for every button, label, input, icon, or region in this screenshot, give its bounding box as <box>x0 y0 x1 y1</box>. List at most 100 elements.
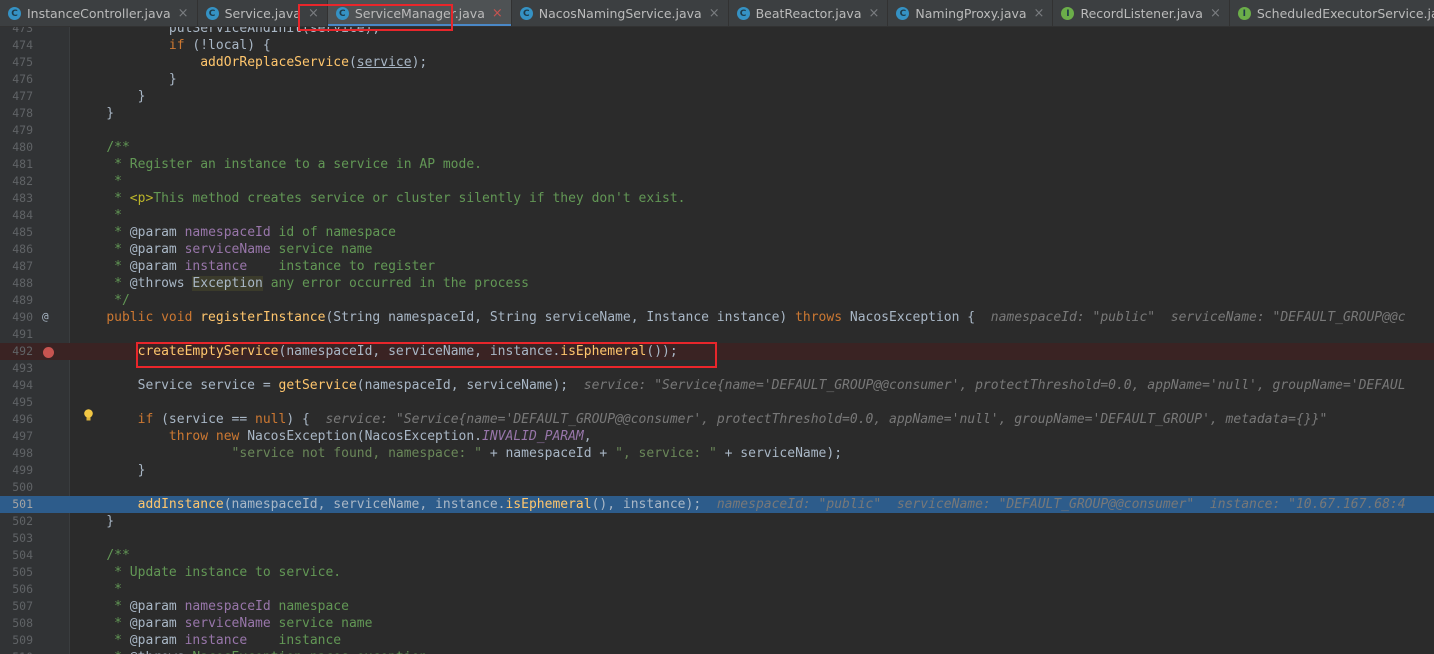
line-number: 491 <box>12 327 33 341</box>
code-line[interactable]: 494 Service service = getService(namespa… <box>0 377 1434 394</box>
line-number: 475 <box>12 55 33 69</box>
code-line[interactable]: 500 <box>0 479 1434 496</box>
editor-tab-bar: C InstanceController.java × C Service.java × C… <box>0 0 1434 27</box>
tab-label: Service.java <box>224 6 301 21</box>
code-text: * Register an instance to a service in A… <box>75 157 482 172</box>
code-text: } <box>75 72 177 87</box>
line-number: 494 <box>12 378 33 392</box>
code-text: */ <box>75 293 130 308</box>
code-text: * @param instance instance <box>75 633 342 648</box>
code-line[interactable]: 495 <box>0 394 1434 411</box>
code-text: Service service = getService(namespaceId… <box>75 378 1406 393</box>
code-line[interactable]: 503 <box>0 530 1434 547</box>
code-line[interactable]: 502 } <box>0 513 1434 530</box>
line-number: 495 <box>12 395 33 409</box>
line-number: 476 <box>12 72 33 86</box>
line-number: 477 <box>12 89 33 103</box>
close-tab-icon[interactable]: × <box>869 6 880 21</box>
tab-label: NacosNamingService.java <box>538 6 702 21</box>
code-line[interactable]: 481 * Register an instance to a service … <box>0 156 1434 173</box>
close-tab-icon[interactable]: × <box>178 6 189 21</box>
code-line[interactable]: 489 */ <box>0 292 1434 309</box>
line-number: 480 <box>12 140 33 154</box>
code-line[interactable]: 497 throw new NacosException(NacosExcept… <box>0 428 1434 445</box>
tab-label: ScheduledExecutorService.java <box>1256 6 1434 21</box>
code-line[interactable]: 507 * @param namespaceId namespace <box>0 598 1434 615</box>
line-number: 485 <box>12 225 33 239</box>
line-number: 503 <box>12 531 33 545</box>
line-number: 496 <box>12 412 33 426</box>
tab-recordlistener[interactable]: I RecordListener.java × <box>1053 0 1230 26</box>
override-at-icon[interactable]: @ <box>42 310 49 323</box>
code-line[interactable]: 486 * @param serviceName service name <box>0 241 1434 258</box>
line-number: 474 <box>12 38 33 52</box>
code-line[interactable]: 482 * <box>0 173 1434 190</box>
tab-label: RecordListener.java <box>1080 6 1203 21</box>
close-tab-icon[interactable]: × <box>1034 6 1045 21</box>
code-text: public void registerInstance(String name… <box>106 310 1406 325</box>
tab-beatreactor[interactable]: C BeatReactor.java × <box>729 0 889 26</box>
tab-label: InstanceController.java <box>27 6 171 21</box>
code-line[interactable]: 484 * <box>0 207 1434 224</box>
code-line[interactable]: 480 /** <box>0 139 1434 156</box>
code-line[interactable]: 474 if (!local) { <box>0 37 1434 54</box>
line-number: 497 <box>12 429 33 443</box>
code-line[interactable]: 491 <box>0 326 1434 343</box>
code-line[interactable]: 479 <box>0 122 1434 139</box>
class-file-icon: C <box>519 7 533 20</box>
line-number: 492 <box>12 344 33 358</box>
class-file-icon: C <box>896 7 910 20</box>
lightbulb-icon[interactable] <box>83 409 94 422</box>
code-line[interactable]: 490 public void registerInstance(String … <box>0 309 1434 326</box>
code-text: if (service == null) { service: "Service… <box>137 412 1328 427</box>
code-line[interactable]: 506 * <box>0 581 1434 598</box>
code-text: "service not found, namespace: " + names… <box>231 446 843 461</box>
line-number: 487 <box>12 259 33 273</box>
line-number: 489 <box>12 293 33 307</box>
code-line[interactable]: 485 * @param namespaceId id of namespace <box>0 224 1434 241</box>
code-line[interactable]: 483 * <p>This method creates service or … <box>0 190 1434 207</box>
code-line[interactable]: 487 * @param instance instance to regist… <box>0 258 1434 275</box>
code-line[interactable]: 505 * Update instance to service. <box>0 564 1434 581</box>
breakpoint-icon[interactable] <box>43 347 54 358</box>
code-line[interactable]: 499 } <box>0 462 1434 479</box>
close-tab-icon[interactable]: × <box>1210 6 1221 21</box>
code-line[interactable]: 478 } <box>0 105 1434 122</box>
code-line[interactable]: 476 } <box>0 71 1434 88</box>
interface-file-icon: I <box>1061 7 1075 20</box>
code-text: addInstance(namespaceId, serviceName, in… <box>137 497 1406 512</box>
code-line[interactable]: 504 /** <box>0 547 1434 564</box>
code-text: } <box>75 106 115 121</box>
close-tab-icon[interactable]: × <box>492 6 503 21</box>
tab-nacosnamingservice[interactable]: C NacosNamingService.java × <box>512 0 729 26</box>
class-file-icon: C <box>736 7 750 20</box>
line-number: 504 <box>12 548 33 562</box>
code-editor[interactable]: 473 putServiceAndInit(service); 474 if (!… <box>0 20 1434 654</box>
line-number: 507 <box>12 599 33 613</box>
code-line[interactable]: 509 * @param instance instance <box>0 632 1434 649</box>
highlight-box-createEmptyService <box>136 342 717 368</box>
code-line[interactable]: 477 } <box>0 88 1434 105</box>
class-file-icon: C <box>205 7 219 20</box>
line-number: 506 <box>12 582 33 596</box>
tab-label: NamingProxy.java <box>915 6 1027 21</box>
tab-scheduledexecutorservice[interactable]: IScheduledExecutorService.java× <box>1230 0 1434 26</box>
tab-namingproxy[interactable]: C NamingProxy.java × <box>888 0 1054 26</box>
code-line[interactable]: 488 * @throws Exception any error occurr… <box>0 275 1434 292</box>
code-text: * @param namespaceId namespace <box>75 599 349 614</box>
line-number: 488 <box>12 276 33 290</box>
line-number: 501 <box>12 497 33 511</box>
code-line[interactable]: 508 * @param serviceName service name <box>0 615 1434 632</box>
code-line[interactable]: 475 addOrReplaceService(service); <box>0 54 1434 71</box>
tab-instancecontroller[interactable]: C InstanceController.java × <box>0 0 198 26</box>
code-text: if (!local) { <box>168 38 271 53</box>
code-line[interactable]: 496 if (service == null) { service: "Ser… <box>0 411 1434 428</box>
code-text: * @throws NacosException nacos exception <box>75 649 427 654</box>
code-text: } <box>75 89 146 104</box>
code-line[interactable]: 510 * @throws NacosException nacos excep… <box>0 649 1434 654</box>
close-tab-icon[interactable]: × <box>709 6 720 21</box>
code-line[interactable]: 498 "service not found, namespace: " + n… <box>0 445 1434 462</box>
line-number: 486 <box>12 242 33 256</box>
code-line[interactable]: 501 addInstance(namespaceId, serviceName… <box>0 496 1434 513</box>
code-text: * Update instance to service. <box>75 565 342 580</box>
